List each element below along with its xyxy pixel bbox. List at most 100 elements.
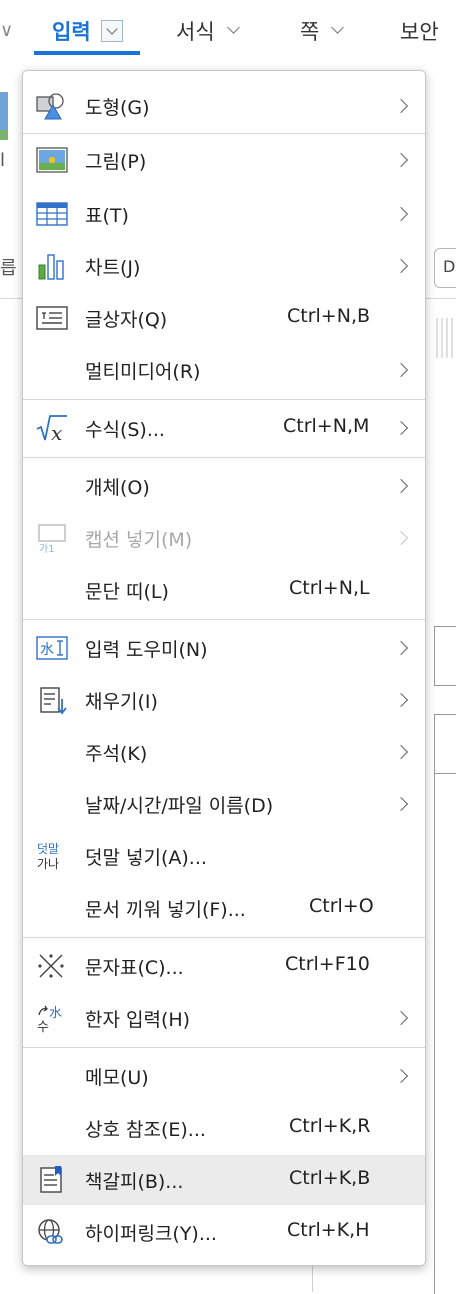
tab-input[interactable]: 입력 [52,14,123,48]
textbox-icon [36,306,68,330]
submenu-arrow-icon [399,799,408,808]
hanja-icon: 水 수 [37,1005,62,1033]
menubar-scroll-left-icon[interactable]: ∨ [0,20,13,41]
fill-icon [40,687,67,715]
submenu-arrow-icon [399,209,408,218]
tab-page[interactable]: 쪽 [300,14,343,48]
menu-item-label: 문단 띠(L) [85,581,169,603]
submenu-arrow-icon [399,1071,408,1080]
menu-separator [23,1047,425,1048]
background-combo[interactable]: D [434,248,456,288]
svg-text:水: 水 [49,1006,62,1021]
submenu-arrow-icon [399,423,408,432]
menu-item-bookmark[interactable]: 책갈피(B)... Ctrl+K,B [23,1155,425,1205]
background-panel [434,714,456,1294]
submenu-arrow-icon [399,533,408,542]
menu-item-label: 그림(P) [85,151,147,173]
menu-item-memo[interactable]: 메모(U) [23,1051,425,1101]
menu-item-label: 개체(O) [85,477,150,499]
menu-item-shortcut: Ctrl+N,M [283,415,370,437]
menu-item-label: 도형(G) [85,97,150,119]
menu-item-hyperlink[interactable]: 하이퍼링크(Y)... Ctrl+K,H [23,1207,425,1257]
submenu-arrow-icon [399,101,408,110]
menu-item-label: 상호 참조(E)... [85,1119,206,1141]
menu-item-paragraph-band[interactable]: 문단 띠(L) Ctrl+N,L [23,565,425,615]
tab-format-label: 서식 [176,20,215,44]
menu-item-label: 수식(S)... [85,419,165,441]
menu-item-table[interactable]: 표(T) [23,189,425,239]
svg-text:x: x [51,421,62,443]
menu-item-label: 차트(J) [85,257,141,279]
svg-text:수: 수 [37,1020,49,1033]
menu-item-annotation[interactable]: 주석(K) [23,727,425,777]
bookmark-icon [40,1166,62,1193]
chart-icon [38,254,64,280]
menu-item-label: 덧말 넣기(A)... [85,847,207,869]
insert-menu: 도형(G) 그림(P) 표(T) 차트(J) 글상자(Q) Ctrl+N,B 멀… [22,70,426,1266]
menu-item-label: 하이퍼링크(Y)... [85,1223,217,1245]
menu-item-hanja-input[interactable]: 水 수 한자 입력(H) [23,993,425,1043]
menu-item-label: 문자표(C)... [85,957,184,979]
menu-item-shortcut: Ctrl+O [309,895,374,917]
submenu-arrow-icon [399,643,408,652]
tab-page-label: 쪽 [300,20,320,44]
menu-item-shortcut: Ctrl+K,H [287,1219,370,1241]
menu-separator [23,937,425,938]
menu-separator [23,399,425,400]
svg-text:가나: 가나 [37,857,59,871]
chevron-down-icon [333,23,343,33]
menu-item-date-time-filename[interactable]: 날짜/시간/파일 이름(D) [23,779,425,829]
submenu-arrow-icon [399,1013,408,1022]
menu-item-insert-caption: 가1 캡션 넣기(M) [23,513,425,563]
menu-item-label: 표(T) [85,205,129,227]
menu-item-multimedia[interactable]: 멀티미디어(R) [23,345,425,395]
background-glyph: l [0,150,6,171]
submenu-arrow-icon [399,155,408,164]
submenu-arrow-icon [399,261,408,270]
chevron-down-icon [229,23,239,33]
submenu-arrow-icon [399,695,408,704]
caption-icon: 가1 [38,524,66,553]
tab-input-label: 입력 [52,20,91,44]
table-icon [36,202,68,226]
menu-item-label: 메모(U) [85,1067,149,1089]
menu-item-shortcut: Ctrl+K,R [289,1115,371,1137]
menu-item-shortcut: Ctrl+K,B [289,1167,371,1189]
menu-item-shape[interactable]: 도형(G) [23,81,425,131]
background-panel [434,626,456,686]
menu-item-label: 책갈피(B)... [85,1171,184,1193]
menu-item-fill[interactable]: 채우기(I) [23,675,425,725]
menu-item-label: 글상자(Q) [85,309,168,331]
menu-item-shortcut: Ctrl+F10 [285,953,370,975]
menu-item-formula[interactable]: x 수식(S)... Ctrl+N,M [23,403,425,453]
tab-format[interactable]: 서식 [176,14,239,48]
svg-text:덧말: 덧말 [37,842,59,856]
menu-item-label: 한자 입력(H) [85,1009,191,1031]
menu-item-label: 주석(K) [85,743,148,765]
tab-security[interactable]: 보안 [400,14,439,48]
active-tab-underline [34,51,140,55]
tab-input-dropdown-icon[interactable] [100,20,123,42]
menu-item-insert-ruby[interactable]: 덧말 가나 덧말 넣기(A)... [23,831,425,881]
menu-item-label: 문서 끼워 넣기(F)... [85,899,246,921]
menu-item-symbol-table[interactable]: 문자표(C)... Ctrl+F10 [23,941,425,991]
menu-item-object[interactable]: 개체(O) [23,461,425,511]
tab-security-label: 보안 [400,20,439,44]
ruby-text-icon: 덧말 가나 [37,842,59,871]
menu-item-shortcut: Ctrl+N,B [287,305,371,327]
svg-text:가1: 가1 [39,543,55,553]
menu-separator [23,133,425,134]
shape-icon [36,93,64,120]
svg-text:水: 水 [40,642,54,658]
menu-item-label: 캡션 넣기(M) [85,529,193,551]
menu-item-chart[interactable]: 차트(J) [23,241,425,291]
menu-item-textbox[interactable]: 글상자(Q) Ctrl+N,B [23,293,425,343]
menu-item-input-helper[interactable]: 水 입력 도우미(N) [23,623,425,673]
submenu-arrow-icon [399,747,408,756]
menu-item-cross-reference[interactable]: 상호 참조(E)... Ctrl+K,R [23,1103,425,1153]
submenu-arrow-icon [399,365,408,374]
menu-item-label: 멀티미디어(R) [85,361,201,383]
menu-separator [23,619,425,620]
menu-item-insert-document[interactable]: 문서 끼워 넣기(F)... Ctrl+O [23,883,425,933]
menu-item-picture[interactable]: 그림(P) [23,135,425,185]
